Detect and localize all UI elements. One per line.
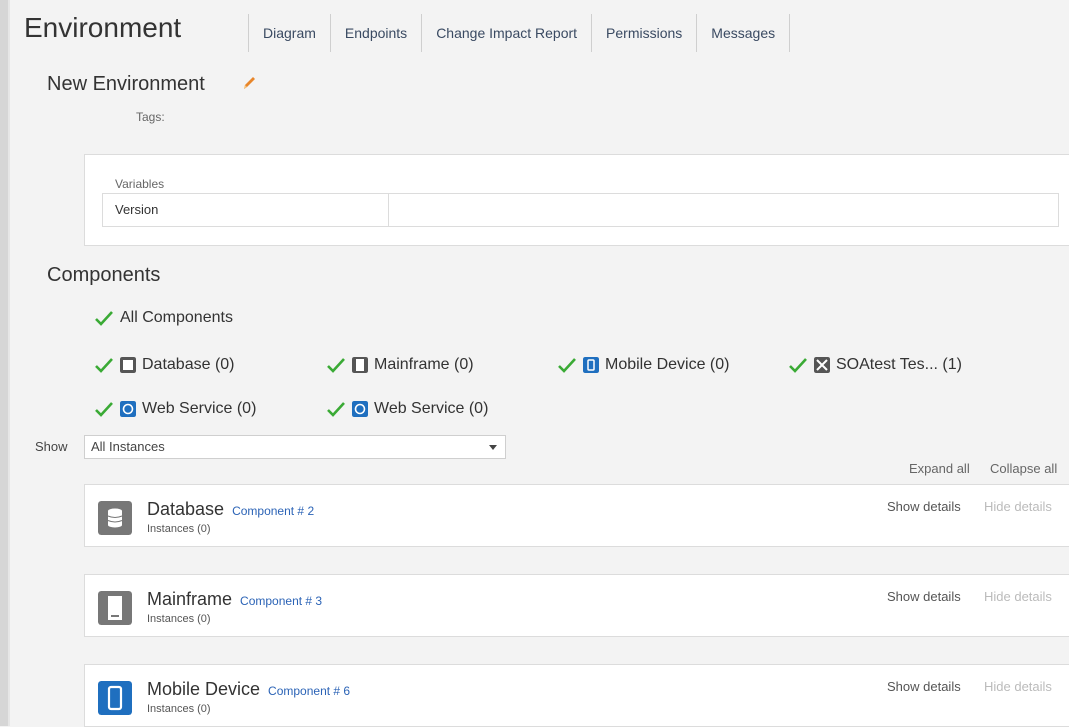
tab-change-impact-report[interactable]: Change Impact Report: [422, 14, 593, 52]
component-card-mobile-device: Mobile Device Component # 6 Instances (0)…: [84, 664, 1069, 727]
hide-details-link[interactable]: Hide details: [984, 679, 1052, 694]
show-details-link[interactable]: Show details: [887, 589, 961, 604]
tab-permissions[interactable]: Permissions: [592, 14, 698, 52]
show-label: Show: [35, 439, 68, 454]
component-number-link[interactable]: Component # 6: [268, 684, 350, 698]
left-edge-line: [8, 0, 10, 726]
component-title: Database: [147, 499, 225, 519]
database-icon: [120, 357, 136, 373]
filter-mainframe[interactable]: Mainframe (0): [326, 356, 474, 374]
component-title: Mainframe: [147, 589, 233, 609]
show-details-link[interactable]: Show details: [887, 679, 961, 694]
hide-details-link[interactable]: Hide details: [984, 499, 1052, 514]
web-service-icon: [352, 401, 368, 417]
check-icon: [327, 358, 345, 373]
variables-label: Variables: [115, 177, 165, 191]
component-instances: Instances (0): [147, 703, 211, 715]
left-edge-bar: [0, 0, 8, 726]
component-number-link[interactable]: Component # 2: [232, 504, 314, 518]
component-card-database: Database Component # 2 Instances (0) Show…: [84, 484, 1069, 547]
mainframe-icon: [98, 591, 132, 625]
show-instances-select[interactable]: All Instances: [84, 435, 506, 459]
tab-diagram[interactable]: Diagram: [249, 14, 331, 52]
database-icon: [98, 501, 132, 535]
tab-bar: Diagram Endpoints Change Impact Report P…: [248, 14, 791, 52]
filter-soatest[interactable]: SOAtest Tes... (1): [788, 356, 962, 374]
select-value: All Instances: [91, 439, 165, 454]
filter-web-service[interactable]: Web Service (0): [94, 400, 256, 418]
variables-panel: Variables Version: [84, 154, 1069, 246]
variable-value-field[interactable]: [389, 194, 1058, 226]
check-icon: [327, 402, 345, 417]
filter-mobile-device[interactable]: Mobile Device (0): [557, 356, 729, 374]
filter-label: Mainframe (0): [374, 356, 474, 373]
web-service-icon: [120, 401, 136, 417]
filter-label: SOAtest Tes... (1): [836, 356, 962, 373]
chevron-down-icon: [489, 445, 497, 450]
filter-label: Database (0): [142, 356, 235, 373]
filter-all-components[interactable]: All Components: [94, 309, 233, 327]
soatest-icon: [814, 357, 830, 373]
environment-name: New Environment: [47, 73, 205, 95]
variable-row: Version: [102, 193, 1059, 227]
check-icon: [95, 311, 113, 326]
filter-label: Web Service (0): [142, 400, 257, 417]
collapse-all-link[interactable]: Collapse all: [990, 461, 1057, 476]
show-details-link[interactable]: Show details: [887, 499, 961, 514]
check-icon: [558, 358, 576, 373]
page-title: Environment: [24, 12, 182, 43]
tab-messages[interactable]: Messages: [697, 14, 791, 52]
component-number-link[interactable]: Component # 3: [240, 594, 322, 608]
component-title: Mobile Device: [147, 679, 261, 699]
component-instances: Instances (0): [147, 613, 211, 625]
component-name: Database Component # 2: [147, 499, 314, 520]
component-card-mainframe: Mainframe Component # 3 Instances (0) Sho…: [84, 574, 1069, 637]
expand-all-link[interactable]: Expand all: [909, 461, 970, 476]
tags-label: Tags:: [136, 110, 165, 124]
check-icon: [95, 358, 113, 373]
filter-database[interactable]: Database (0): [94, 356, 235, 374]
filter-label: All Components: [120, 309, 233, 326]
mainframe-icon: [352, 357, 368, 373]
filter-web-service[interactable]: Web Service (0): [326, 400, 488, 418]
component-name: Mainframe Component # 3: [147, 589, 322, 610]
mobile-device-icon: [98, 681, 132, 715]
variable-name: Version: [103, 194, 389, 226]
mobile-device-icon: [583, 357, 599, 373]
check-icon: [789, 358, 807, 373]
filter-label: Mobile Device (0): [605, 356, 730, 373]
component-name: Mobile Device Component # 6: [147, 679, 350, 700]
check-icon: [95, 402, 113, 417]
components-title: Components: [47, 264, 161, 286]
pencil-icon[interactable]: [240, 74, 258, 92]
filter-label: Web Service (0): [374, 400, 489, 417]
tab-endpoints[interactable]: Endpoints: [331, 14, 423, 52]
component-instances: Instances (0): [147, 523, 211, 535]
hide-details-link[interactable]: Hide details: [984, 589, 1052, 604]
